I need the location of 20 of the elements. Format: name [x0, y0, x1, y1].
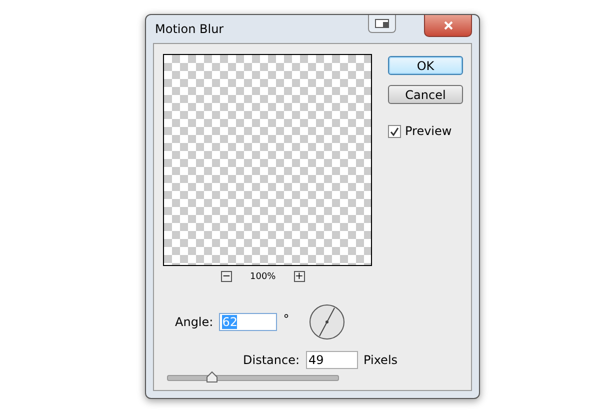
close-button[interactable]	[424, 15, 472, 37]
preview-checkbox[interactable]: Preview	[388, 124, 463, 138]
zoom-out-button[interactable]: −	[221, 271, 232, 282]
distance-field[interactable]: 49	[306, 351, 358, 369]
slider-thumb[interactable]	[206, 371, 218, 383]
checkbox-label: Preview	[405, 124, 452, 138]
angle-label: Angle:	[175, 315, 214, 329]
checkbox-box[interactable]	[388, 124, 401, 138]
angle-dial[interactable]	[309, 304, 346, 340]
distance-label: Distance:	[243, 353, 300, 367]
window-title: Motion Blur	[154, 22, 224, 36]
close-icon	[444, 21, 452, 30]
window-mode-button[interactable]	[368, 15, 396, 33]
window-icon	[375, 19, 389, 28]
degree-unit: °	[283, 312, 290, 326]
zoom-in-button[interactable]: +	[294, 271, 305, 282]
ok-button[interactable]: OK	[388, 56, 463, 75]
zoom-level: 100%	[250, 272, 276, 282]
cancel-button[interactable]: Cancel	[388, 85, 463, 104]
pixels-unit: Pixels	[364, 353, 398, 367]
